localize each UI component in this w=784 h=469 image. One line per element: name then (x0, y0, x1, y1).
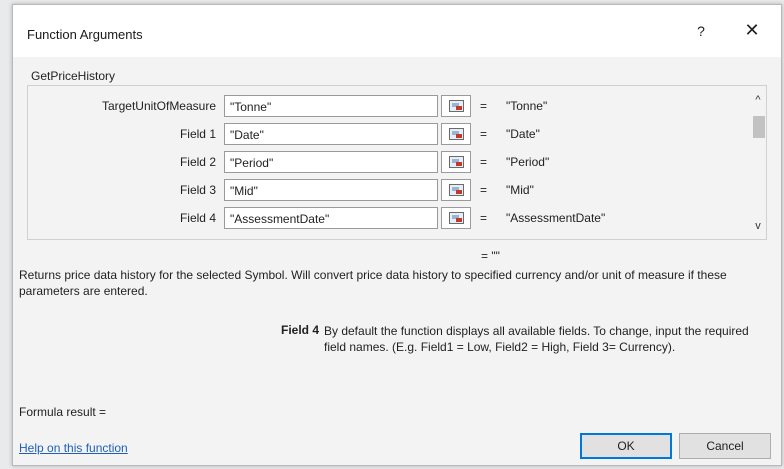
ok-button[interactable]: OK (580, 433, 672, 459)
field-help-label: Field 4 (281, 323, 320, 337)
argument-input[interactable]: "Period" (224, 151, 438, 173)
argument-input[interactable]: "Tonne" (224, 95, 438, 117)
argument-result: "Tonne" (506, 99, 548, 113)
argument-row: Field 2 "Period" = "Period" (28, 151, 728, 175)
argument-label: TargetUnitOfMeasure (101, 99, 216, 113)
equals-sign: = (480, 155, 488, 169)
argument-input[interactable]: "Mid" (224, 179, 438, 201)
cancel-button[interactable]: Cancel (679, 433, 771, 459)
help-icon[interactable]: ? (691, 23, 711, 39)
argument-label: Field 3 (179, 183, 216, 197)
formula-result-label: Formula result = (19, 405, 107, 419)
range-select-button[interactable] (441, 123, 471, 145)
argument-label: Field 4 (179, 211, 216, 225)
argument-row: Field 4 "AssessmentDate" = "AssessmentDa… (28, 207, 728, 231)
range-select-button[interactable] (441, 207, 471, 229)
collapse-dialog-icon (449, 128, 464, 140)
argument-result: "Period" (506, 155, 550, 169)
argument-result: "Date" (506, 127, 540, 141)
function-name: GetPriceHistory (31, 69, 116, 83)
help-on-function-link[interactable]: Help on this function (19, 441, 128, 455)
function-result-preview: = "" (481, 249, 500, 263)
argument-label: Field 1 (179, 127, 216, 141)
equals-sign: = (480, 99, 488, 113)
range-select-button[interactable] (441, 151, 471, 173)
arguments-scrollbar[interactable]: ^ v (750, 86, 766, 239)
argument-row: Field 1 "Date" = "Date" (28, 123, 728, 147)
argument-row: TargetUnitOfMeasure "Tonne" = "Tonne" (28, 95, 728, 119)
field-help-text: By default the function displays all ava… (324, 324, 749, 354)
collapse-dialog-icon (449, 212, 464, 224)
argument-result: "Mid" (506, 183, 534, 197)
function-arguments-dialog: Function Arguments ? ✕ GetPriceHistory T… (12, 4, 782, 466)
scroll-up-icon[interactable]: ^ (750, 92, 766, 108)
argument-input[interactable]: "AssessmentDate" (224, 207, 438, 229)
equals-sign: = (480, 211, 488, 225)
argument-result: "AssessmentDate" (506, 211, 606, 225)
collapse-dialog-icon (449, 156, 464, 168)
dialog-title: Function Arguments (27, 27, 143, 42)
range-select-button[interactable] (441, 179, 471, 201)
arguments-panel: TargetUnitOfMeasure "Tonne" = "Tonne" Fi… (27, 85, 767, 240)
scroll-down-icon[interactable]: v (750, 218, 766, 234)
scroll-thumb[interactable] (753, 116, 765, 138)
close-icon[interactable]: ✕ (740, 20, 764, 40)
function-description: Returns price data history for the selec… (19, 268, 727, 298)
collapse-dialog-icon (449, 100, 464, 112)
argument-row: Field 3 "Mid" = "Mid" (28, 179, 728, 203)
equals-sign: = (480, 183, 488, 197)
argument-label: Field 2 (179, 155, 216, 169)
equals-sign: = (480, 127, 488, 141)
range-select-button[interactable] (441, 95, 471, 117)
title-bar: Function Arguments ? ✕ (13, 5, 781, 57)
collapse-dialog-icon (449, 184, 464, 196)
argument-input[interactable]: "Date" (224, 123, 438, 145)
